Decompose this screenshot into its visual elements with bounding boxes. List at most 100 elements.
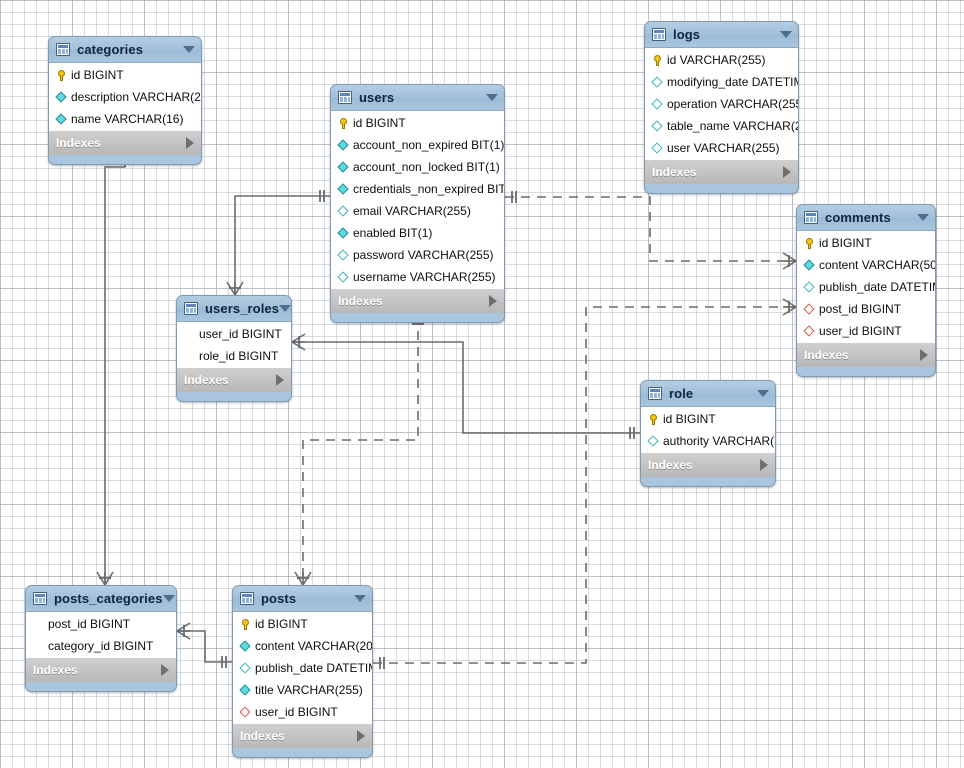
- chevron-down-icon[interactable]: [757, 390, 769, 397]
- chevron-down-icon[interactable]: [183, 46, 195, 53]
- table-comments[interactable]: comments id BIGINT content VARCHAR(500) pub…: [796, 204, 936, 377]
- indexes-section-logs[interactable]: Indexes: [645, 159, 798, 184]
- indexes-section-role[interactable]: Indexes: [641, 452, 775, 477]
- column-row[interactable]: password VARCHAR(255): [331, 244, 504, 266]
- chevron-right-icon[interactable]: [760, 459, 768, 471]
- column-row[interactable]: enabled BIT(1): [331, 222, 504, 244]
- chevron-right-icon[interactable]: [161, 664, 169, 676]
- column-label: operation VARCHAR(255): [667, 97, 799, 111]
- indexes-section-users[interactable]: Indexes: [331, 288, 504, 313]
- primary-key-icon: [55, 69, 68, 82]
- table-header-logs[interactable]: logs: [645, 22, 798, 48]
- indexes-section-posts_categories[interactable]: Indexes: [26, 657, 176, 682]
- column-row[interactable]: post_id BIGINT: [26, 613, 176, 635]
- column-row[interactable]: id BIGINT: [797, 232, 935, 254]
- column-row[interactable]: authority VARCHAR(255): [641, 430, 775, 452]
- column-row[interactable]: username VARCHAR(255): [331, 266, 504, 288]
- nullable-column-icon: [239, 662, 252, 675]
- column-row[interactable]: id VARCHAR(255): [645, 49, 798, 71]
- nullable-column-icon: [647, 435, 660, 448]
- foreign-key-icon: [803, 325, 816, 338]
- column-row[interactable]: id BIGINT: [331, 112, 504, 134]
- indexes-section-categories[interactable]: Indexes: [49, 130, 201, 155]
- chevron-right-icon[interactable]: [186, 137, 194, 149]
- column-row[interactable]: role_id BIGINT: [177, 345, 291, 367]
- column-row[interactable]: user VARCHAR(255): [645, 137, 798, 159]
- column-row[interactable]: modifying_date DATETIME: [645, 71, 798, 93]
- table-categories[interactable]: categories id BIGINT description VARCHAR(2…: [48, 36, 202, 165]
- table-logs[interactable]: logs id VARCHAR(255) modifying_date DATETI…: [644, 21, 799, 194]
- table-title: categories: [77, 42, 144, 57]
- not-null-column-icon: [337, 161, 350, 174]
- table-header-users_roles[interactable]: users_roles: [177, 296, 291, 322]
- column-row[interactable]: credentials_non_expired BIT(1): [331, 178, 504, 200]
- table-header-users[interactable]: users: [331, 85, 504, 111]
- column-row[interactable]: account_non_expired BIT(1): [331, 134, 504, 156]
- column-row[interactable]: category_id BIGINT: [26, 635, 176, 657]
- nullable-column-icon: [651, 142, 664, 155]
- column-label: role_id BIGINT: [199, 349, 279, 363]
- column-row[interactable]: content VARCHAR(2000): [233, 635, 372, 657]
- table-header-posts_categories[interactable]: posts_categories: [26, 586, 176, 612]
- column-row[interactable]: account_non_locked BIT(1): [331, 156, 504, 178]
- not-null-column-icon: [337, 227, 350, 240]
- table-title: comments: [825, 210, 891, 225]
- chevron-right-icon[interactable]: [276, 374, 284, 386]
- column-row[interactable]: user_id BIGINT: [797, 320, 935, 342]
- column-row[interactable]: content VARCHAR(500): [797, 254, 935, 276]
- column-row[interactable]: name VARCHAR(16): [49, 108, 201, 130]
- chevron-right-icon[interactable]: [357, 730, 365, 742]
- column-row[interactable]: post_id BIGINT: [797, 298, 935, 320]
- table-columns-posts: id BIGINT content VARCHAR(2000) publish_da…: [233, 612, 372, 723]
- column-row[interactable]: title VARCHAR(255): [233, 679, 372, 701]
- table-columns-posts_categories: post_id BIGINT category_id BIGINT: [26, 612, 176, 657]
- indexes-section-posts[interactable]: Indexes: [233, 723, 372, 748]
- column-row[interactable]: user_id BIGINT: [233, 701, 372, 723]
- no-column-icon: [183, 350, 196, 363]
- table-header-role[interactable]: role: [641, 381, 775, 407]
- table-header-comments[interactable]: comments: [797, 205, 935, 231]
- column-label: credentials_non_expired BIT(1): [353, 182, 505, 196]
- table-icon: [240, 592, 254, 605]
- chevron-down-icon[interactable]: [279, 305, 291, 312]
- column-row[interactable]: id BIGINT: [49, 64, 201, 86]
- indexes-label: Indexes: [652, 165, 697, 179]
- column-row[interactable]: id BIGINT: [233, 613, 372, 635]
- table-users_roles[interactable]: users_roles user_id BIGINT role_id BIGINT I…: [176, 295, 292, 402]
- column-row[interactable]: user_id BIGINT: [177, 323, 291, 345]
- table-icon: [184, 302, 198, 315]
- chevron-right-icon[interactable]: [489, 295, 497, 307]
- foreign-key-icon: [239, 706, 252, 719]
- table-icon: [338, 91, 352, 104]
- foreign-key-icon: [803, 303, 816, 316]
- column-row[interactable]: operation VARCHAR(255): [645, 93, 798, 115]
- nullable-column-icon: [337, 205, 350, 218]
- table-users[interactable]: users id BIGINT account_non_expired BIT(1)…: [330, 84, 505, 323]
- primary-key-icon: [803, 237, 816, 250]
- chevron-down-icon[interactable]: [354, 595, 366, 602]
- primary-key-icon: [651, 54, 664, 67]
- table-header-posts[interactable]: posts: [233, 586, 372, 612]
- chevron-right-icon[interactable]: [783, 166, 791, 178]
- chevron-down-icon[interactable]: [917, 214, 929, 221]
- column-row[interactable]: publish_date DATETIME: [797, 276, 935, 298]
- er-diagram-canvas[interactable]: categories id BIGINT description VARCHAR(2…: [0, 0, 964, 768]
- table-header-categories[interactable]: categories: [49, 37, 201, 63]
- table-posts_categories[interactable]: posts_categories post_id BIGINT category_i…: [25, 585, 177, 692]
- indexes-section-users_roles[interactable]: Indexes: [177, 367, 291, 392]
- indexes-section-comments[interactable]: Indexes: [797, 342, 935, 367]
- table-icon: [56, 43, 70, 56]
- table-title: posts: [261, 591, 297, 606]
- column-row[interactable]: description VARCHAR(200): [49, 86, 201, 108]
- table-posts[interactable]: posts id BIGINT content VARCHAR(2000) publi…: [232, 585, 373, 758]
- table-role[interactable]: role id BIGINT authority VARCHAR(255) Index…: [640, 380, 776, 487]
- column-row[interactable]: table_name VARCHAR(255): [645, 115, 798, 137]
- chevron-right-icon[interactable]: [920, 349, 928, 361]
- table-title: posts_categories: [54, 591, 163, 606]
- chevron-down-icon[interactable]: [162, 595, 175, 602]
- column-row[interactable]: id BIGINT: [641, 408, 775, 430]
- column-row[interactable]: email VARCHAR(255): [331, 200, 504, 222]
- chevron-down-icon[interactable]: [780, 31, 792, 38]
- column-row[interactable]: publish_date DATETIME: [233, 657, 372, 679]
- chevron-down-icon[interactable]: [486, 94, 498, 101]
